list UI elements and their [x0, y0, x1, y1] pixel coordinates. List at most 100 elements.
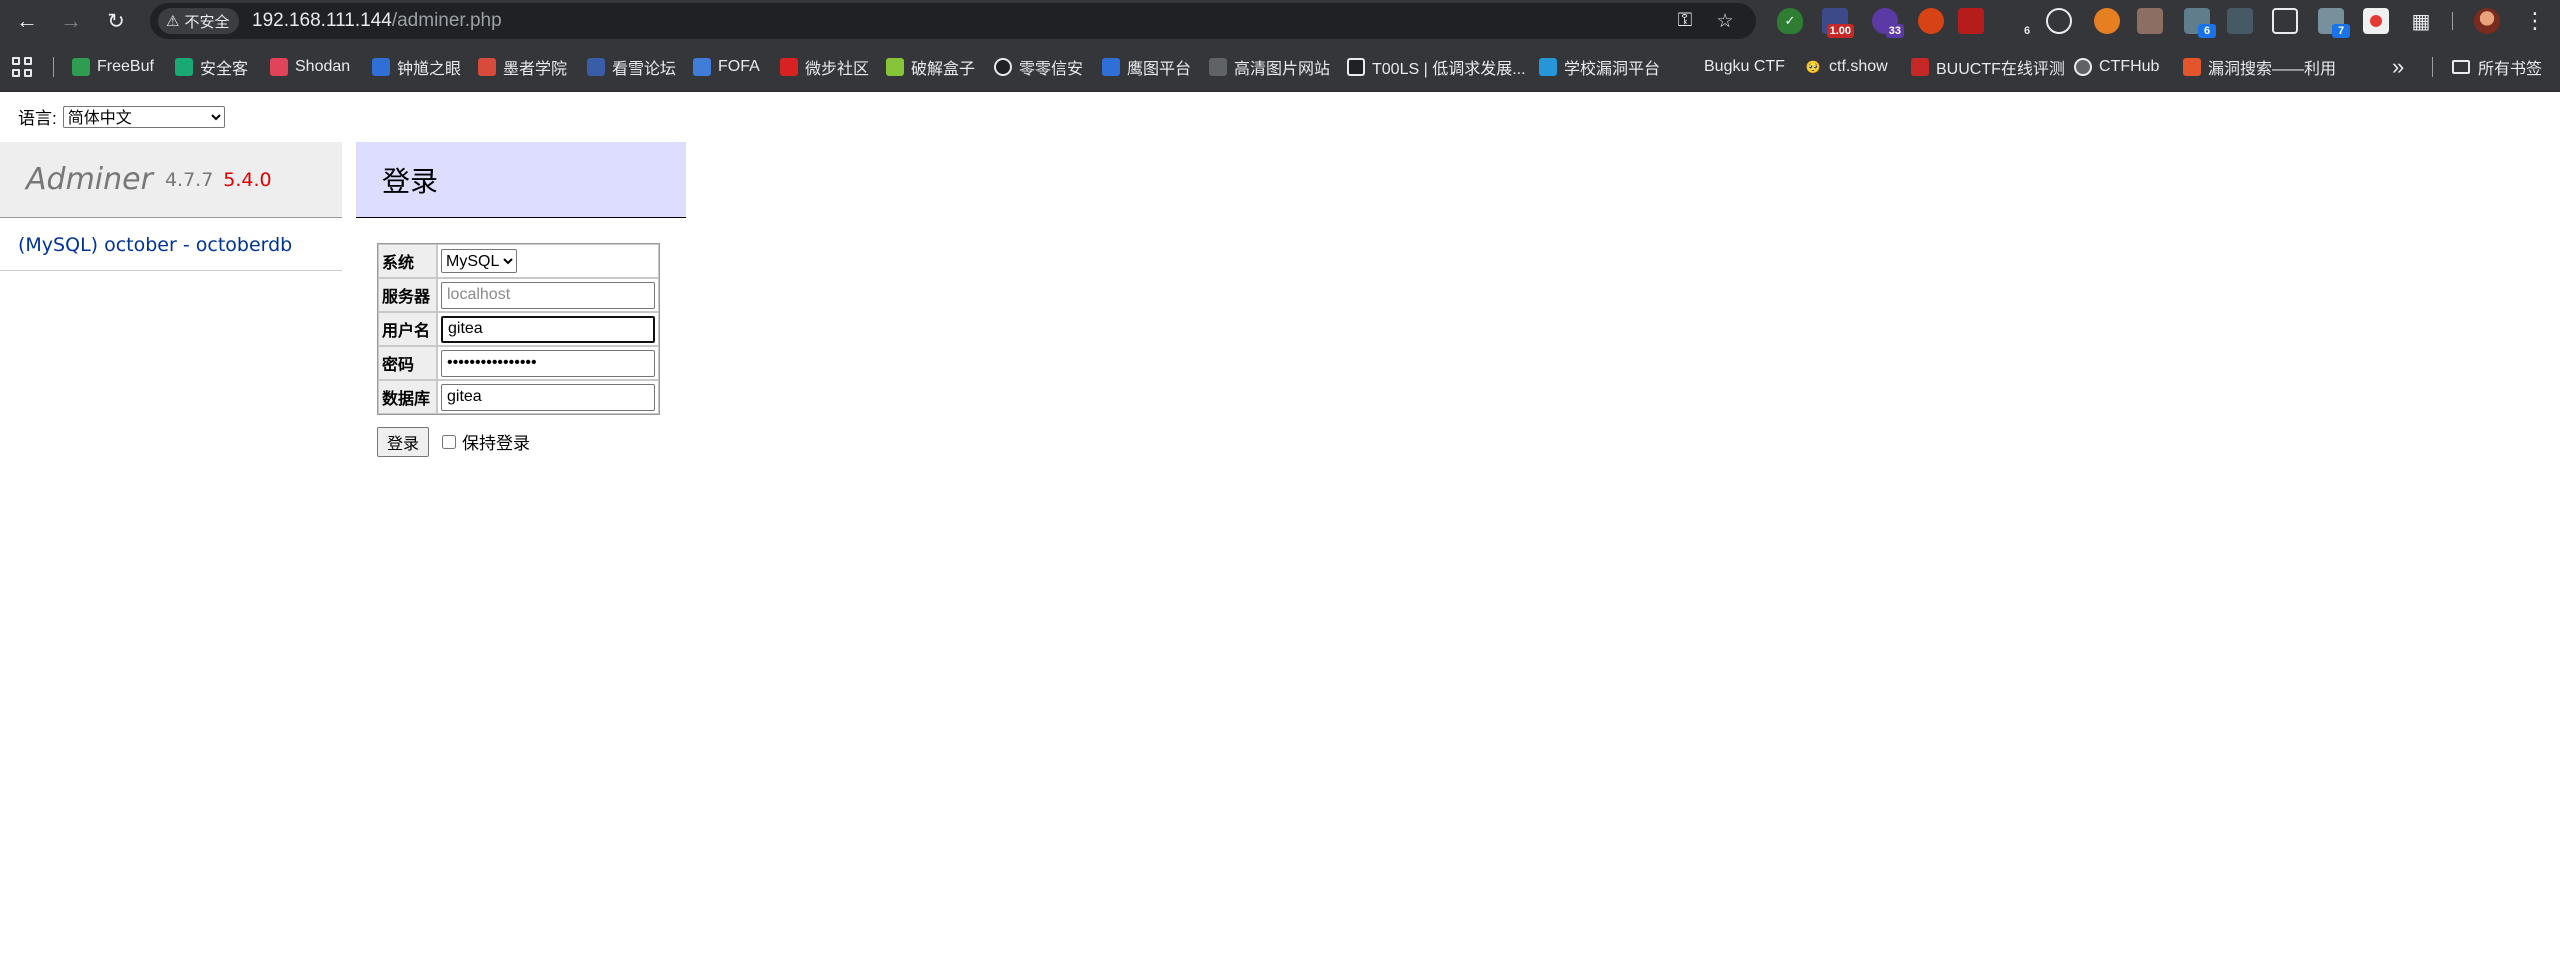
- address-bar[interactable]: ⚠ 不安全 192.168.111.144/adminer.php ⚿ ☆: [150, 3, 1756, 39]
- extension-icon-5[interactable]: 6: [2004, 8, 2030, 37]
- profile-avatar[interactable]: [2474, 8, 2500, 34]
- bookmark-threatbook[interactable]: 微步社区: [780, 55, 869, 79]
- password-input[interactable]: [441, 349, 655, 377]
- ctfshow-icon: 🥺: [1804, 58, 1822, 76]
- bookmark-kanxue[interactable]: 看雪论坛: [587, 55, 676, 79]
- extension-icon-6[interactable]: [2046, 8, 2072, 34]
- username-input[interactable]: [441, 315, 655, 343]
- database-input[interactable]: [441, 383, 655, 411]
- extension-icon-8[interactable]: [2137, 8, 2163, 34]
- language-select[interactable]: 简体中文: [62, 105, 225, 128]
- shield-extension-icon[interactable]: ✓: [1777, 8, 1803, 34]
- login-button[interactable]: 登录: [377, 427, 430, 457]
- school-vuln-icon: [1539, 58, 1557, 76]
- url-host: 192.168.111.144: [252, 10, 392, 31]
- bookmark-mozhe[interactable]: 墨者学院: [478, 55, 567, 79]
- 0zero-icon: [994, 58, 1012, 76]
- bookmark-hunter[interactable]: 鹰图平台: [1102, 55, 1191, 79]
- apps-grid-icon[interactable]: [12, 57, 32, 77]
- extension-icon-3[interactable]: [1918, 8, 1944, 34]
- toolbar-divider: [2452, 12, 2453, 30]
- bookmark-t00ls[interactable]: T00LS | 低调求发展...: [1347, 55, 1526, 79]
- extension-badge: 6: [2023, 25, 2031, 37]
- ctfhub-icon: [2074, 58, 2092, 76]
- extension-badge: 7: [2332, 24, 2350, 38]
- extension-icon-9[interactable]: 6: [2184, 8, 2216, 38]
- warning-triangle-icon: ⚠: [166, 13, 180, 30]
- image-icon: [1209, 58, 1227, 76]
- bookmarks-divider: [53, 57, 54, 77]
- password-key-icon[interactable]: ⚿: [1672, 8, 1698, 34]
- adminer-logo: Adminer 4.7.7 5.4.0: [0, 142, 342, 218]
- mozhe-icon: [478, 58, 496, 76]
- bookmark-ctfhub[interactable]: CTFHub: [2074, 55, 2159, 79]
- anquanke-icon: [175, 58, 193, 76]
- more-menu-icon[interactable]: ⋮: [2520, 6, 2550, 36]
- folder-icon: [2452, 60, 2470, 74]
- url-path: /adminer.php: [391, 10, 502, 31]
- extension-badge: 33: [1885, 24, 1904, 38]
- bookmark-pojiehezi[interactable]: 破解盒子: [886, 55, 975, 79]
- extension-icon-2[interactable]: 33: [1872, 8, 1904, 38]
- bookmark-zoomeye[interactable]: 钟馗之眼: [372, 55, 461, 79]
- adminer-new-version[interactable]: 5.4.0: [223, 169, 271, 191]
- saved-login-link[interactable]: (MySQL) october - octoberdb: [0, 218, 342, 271]
- buuctf-icon: [1911, 58, 1929, 76]
- pojiehezi-icon: [886, 58, 904, 76]
- adminer-name[interactable]: Adminer: [26, 162, 153, 197]
- language-label: 语言:: [18, 109, 57, 128]
- bookmarks-divider: [2432, 57, 2433, 77]
- form-row-database: 数据库: [378, 380, 659, 414]
- sidebar-menu: Adminer 4.7.7 5.4.0 (MySQL) october - oc…: [0, 142, 342, 271]
- forward-arrow-icon[interactable]: →: [55, 5, 87, 37]
- security-chip[interactable]: ⚠ 不安全: [158, 8, 240, 34]
- extension-icon-13[interactable]: [2363, 8, 2389, 34]
- back-arrow-icon[interactable]: ←: [11, 5, 43, 37]
- remember-login[interactable]: 保持登录: [442, 429, 530, 454]
- kanxue-icon: [587, 58, 605, 76]
- url-text[interactable]: 192.168.111.144/adminer.php: [252, 10, 502, 32]
- bookmark-vuln-search[interactable]: 漏洞搜索——利用: [2183, 55, 2336, 79]
- extensions-puzzle-icon[interactable]: ▦: [2408, 8, 2434, 34]
- extension-icon-12[interactable]: 7: [2318, 8, 2350, 38]
- bookmark-freebuf[interactable]: FreeBuf: [72, 55, 154, 79]
- server-label: 服务器: [378, 278, 437, 312]
- adminer-version: 4.7.7: [164, 168, 214, 191]
- password-label: 密码: [378, 346, 437, 380]
- form-row-server: 服务器: [378, 278, 659, 312]
- t00ls-icon: [1347, 58, 1365, 76]
- bookmark-bugku[interactable]: Bugku CTF: [1679, 55, 1785, 79]
- extension-icon-7[interactable]: [2094, 8, 2120, 34]
- fofa-icon: [693, 58, 711, 76]
- freebuf-icon: [72, 58, 90, 76]
- bookmark-anquanke[interactable]: 安全客: [175, 55, 248, 79]
- bookmark-star-icon[interactable]: ☆: [1712, 8, 1738, 34]
- extension-icon-11[interactable]: [2272, 8, 2298, 34]
- bookmark-ctfshow[interactable]: 🥺 ctf.show: [1804, 55, 1888, 79]
- remember-login-label: 保持登录: [462, 434, 530, 453]
- form-row-system: 系统 MySQL: [378, 244, 659, 278]
- extension-icon-1[interactable]: 1.00: [1822, 8, 1854, 38]
- bookmark-buuctf[interactable]: BUUCTF在线评测: [1911, 55, 2065, 79]
- browser-toolbar: ← → ↻ ⚠ 不安全 192.168.111.144/adminer.php …: [0, 0, 2560, 42]
- server-input[interactable]: [441, 281, 655, 309]
- bookmark-hd-images[interactable]: 高清图片网站: [1209, 55, 1330, 79]
- extension-icon-10[interactable]: [2227, 8, 2253, 34]
- system-select[interactable]: MySQL: [441, 249, 517, 273]
- form-row-password: 密码: [378, 346, 659, 380]
- remember-login-checkbox[interactable]: [442, 434, 456, 449]
- zoomeye-icon: [372, 58, 390, 76]
- extension-badge: 6: [2198, 24, 2216, 38]
- bookmark-shodan[interactable]: Shodan: [270, 55, 350, 79]
- bookmark-0zero[interactable]: 零零信安: [994, 55, 1083, 79]
- all-bookmarks-button[interactable]: 所有书签: [2452, 55, 2542, 79]
- bookmark-school-vuln[interactable]: 学校漏洞平台: [1539, 55, 1660, 79]
- page-heading-bar: 登录: [356, 142, 686, 218]
- bugku-icon: [1679, 58, 1697, 76]
- more-bookmarks-chevron-icon[interactable]: »: [2392, 54, 2404, 80]
- login-form-table: 系统 MySQL 服务器 用户名 密码 数据库: [377, 243, 660, 415]
- bookmark-fofa[interactable]: FOFA: [693, 55, 760, 79]
- extension-icon-4[interactable]: [1958, 8, 1984, 34]
- reload-icon[interactable]: ↻: [100, 5, 132, 37]
- threatbook-icon: [780, 58, 798, 76]
